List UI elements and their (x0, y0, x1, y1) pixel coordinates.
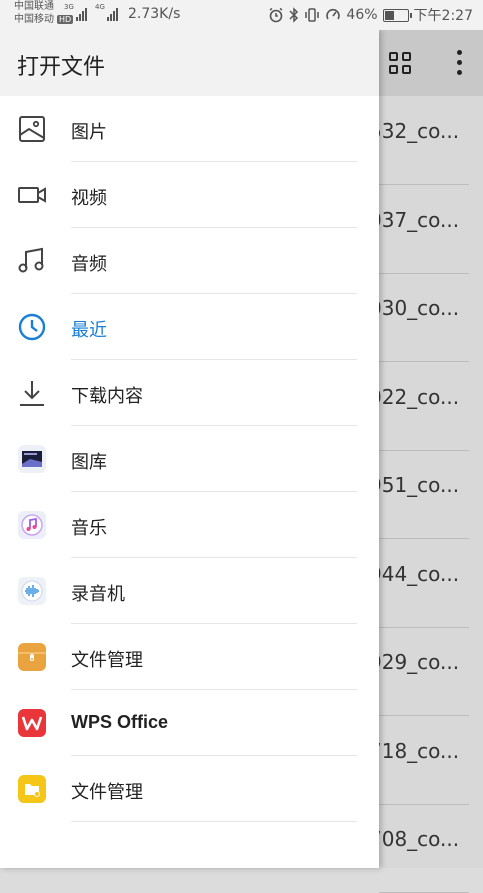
more-options-icon[interactable] (453, 48, 465, 78)
menu-item-label: 视频 (71, 188, 107, 209)
menu-item-label: 音乐 (71, 518, 107, 539)
menu-item-label: 图库 (71, 452, 107, 473)
status-right: 46% 下午2:27 (268, 5, 473, 25)
recorder-app-icon (18, 577, 46, 605)
file-separator (379, 715, 469, 716)
menu-item-audio[interactable]: 音频 (0, 228, 379, 294)
battery-icon (382, 8, 412, 22)
menu-item-gallery[interactable]: 图库 (0, 426, 379, 492)
status-bar: 中国联通 中国移动 HD 3G 4G 2.73K/s 46% 下午2:27 (0, 0, 483, 30)
menu-item-videos[interactable]: 视频 (0, 162, 379, 228)
download-icon (20, 381, 44, 406)
file-name: 718_co... (379, 738, 460, 763)
network-type-1: 3G (64, 3, 74, 11)
file-list-item[interactable]: 022_co... (379, 385, 483, 409)
menu-item-label: 录音机 (71, 584, 125, 605)
menu-item-label: 文件管理 (71, 650, 143, 671)
menu-item-label: 音频 (71, 254, 107, 275)
menu-item-recorder[interactable]: 录音机 (0, 558, 379, 624)
menu-item-files[interactable]: 文件管理 (0, 756, 379, 822)
network-info: 3G 4G 2.73K/s (64, 3, 181, 22)
wps-app-icon (18, 709, 46, 737)
background-toolbar (379, 30, 483, 96)
file-name: 951_co... (379, 473, 460, 497)
file-separator (379, 538, 469, 539)
file-list-item[interactable]: 944_co... (379, 562, 483, 586)
grid-view-icon[interactable] (389, 52, 413, 76)
image-icon (19, 116, 45, 142)
file-separator (379, 361, 469, 362)
signal-icon: 4G (95, 3, 118, 21)
file-separator (379, 626, 469, 628)
file-name: 708_co... (379, 827, 460, 851)
menu-item-images[interactable]: 图片 (0, 96, 379, 162)
file-list-item[interactable]: 708_co... (379, 827, 483, 851)
file-name: 037_co... (379, 207, 460, 232)
battery-fill (384, 10, 394, 20)
menu-item-music[interactable]: 音乐 (0, 492, 379, 558)
alarm-icon (269, 7, 283, 23)
music-app-icon (18, 511, 46, 539)
data-saver-icon (326, 8, 341, 20)
files-app-icon (18, 775, 46, 803)
file-list-item[interactable]: 718_co... (379, 739, 483, 763)
signal-icon: 3G (64, 3, 87, 21)
file-manager-app-icon (18, 643, 46, 671)
file-separator (379, 803, 469, 805)
menu-item-label: 文件管理 (71, 782, 143, 803)
file-separator (379, 184, 469, 185)
carrier-2: 中国移动 (14, 14, 54, 25)
hd-badge: HD (57, 15, 74, 24)
music-note-icon (18, 247, 44, 273)
file-name: 929_co... (379, 650, 460, 674)
vibrate-icon (305, 8, 320, 22)
menu-item-label: WPS Office (71, 712, 169, 732)
menu-item-label: 最近 (71, 320, 107, 341)
menu-item-file-manager[interactable]: 文件管理 (0, 624, 379, 690)
menu-item-recent[interactable]: 最近 (0, 294, 379, 360)
drawer-menu: 图片 视频 音频 最近 下载内容 图库 音乐 录音机 文件管理 WPS Offi… (0, 96, 379, 822)
file-name: 022_co... (379, 384, 460, 409)
menu-item-label: 下载内容 (71, 386, 143, 407)
menu-item-wps-office[interactable]: WPS Office (0, 690, 379, 756)
file-list-item[interactable]: 037_co... (379, 208, 483, 232)
clock-time: 下午2:27 (413, 8, 473, 24)
file-list-item[interactable]: 951_co... (379, 473, 483, 497)
file-name: 030_co... (379, 296, 460, 320)
bluetooth-icon (289, 7, 299, 23)
video-icon (18, 187, 46, 203)
gallery-app-icon (18, 445, 46, 473)
network-type-2: 4G (95, 3, 105, 11)
battery-percent: 46% (346, 7, 378, 23)
clock-icon (18, 313, 46, 341)
file-name: 532_co... (379, 119, 460, 143)
file-list-item[interactable]: 030_co... (379, 296, 483, 320)
menu-item-label: 图片 (71, 122, 107, 143)
network-speed: 2.73K/s (128, 6, 181, 22)
open-file-drawer: 打开文件 图片 视频 音频 最近 下载内容 图库 音乐 录音机 文件管理 WPS… (0, 30, 379, 868)
drawer-header: 打开文件 (0, 30, 379, 96)
file-list-item[interactable]: 929_co... (379, 650, 483, 674)
file-name: 944_co... (379, 561, 460, 586)
menu-item-downloads[interactable]: 下载内容 (0, 360, 379, 426)
drawer-title: 打开文件 (17, 55, 106, 80)
file-separator (379, 449, 469, 451)
file-separator (379, 272, 469, 274)
file-list-item[interactable]: 532_co... (379, 119, 483, 143)
